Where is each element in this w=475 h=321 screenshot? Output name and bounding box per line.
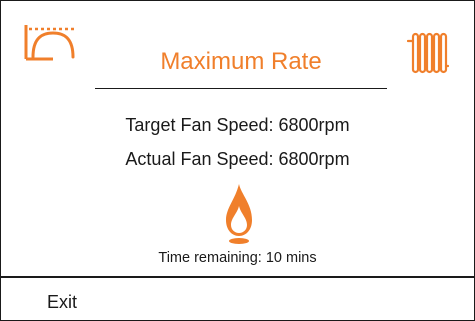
title-divider [95, 88, 387, 89]
time-remaining: Time remaining: 10 mins [158, 250, 317, 266]
exit-button-label: Exit [47, 292, 78, 312]
heating-mode-arch-icon [24, 25, 75, 61]
page-title: Maximum Rate [160, 48, 322, 75]
exit-button[interactable]: Exit [1, 278, 121, 320]
actual-fan-speed: Actual Fan Speed: 6800rpm [125, 149, 350, 169]
target-fan-speed: Target Fan Speed: 6800rpm [125, 115, 350, 135]
flame-icon [226, 184, 252, 244]
radiator-icon [407, 32, 449, 74]
boiler-display-screen: Maximum Rate Target Fan Speed: 6800rpm A… [0, 0, 475, 321]
